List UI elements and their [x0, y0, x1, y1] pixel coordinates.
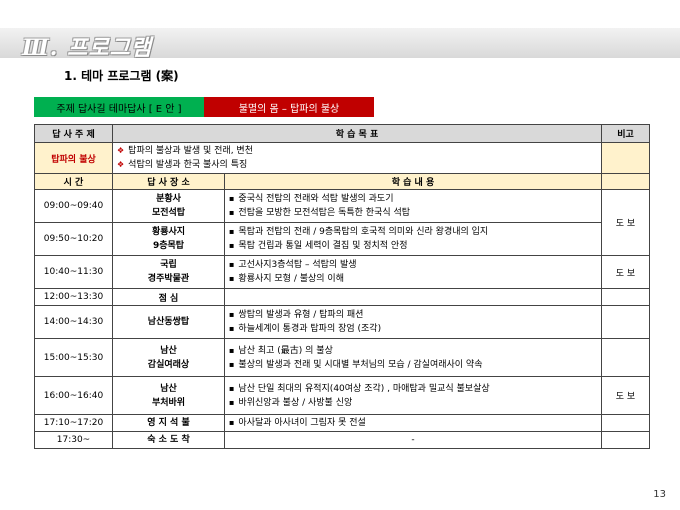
row-items	[224, 288, 602, 306]
row-note	[601, 305, 650, 339]
table-row: 16:00~16:40 남산부처바위 남산 단일 최대의 유적지(40여상 조각…	[34, 376, 650, 415]
subheader-time: 시 간	[34, 173, 113, 190]
header-goals: 학 습 목 표	[112, 124, 602, 143]
place-line: 감실여래상	[147, 359, 190, 370]
content-item: 고선사지3층석탑 – 석탑의 발생	[229, 258, 597, 272]
subheader-note	[601, 173, 650, 190]
row-time: 16:00~16:40	[34, 376, 113, 415]
subheader-content: 학 습 내 용	[224, 173, 602, 190]
row-place: 국립경주박물관	[112, 255, 225, 289]
place-line: 남산	[160, 383, 177, 394]
program-table: 답 사 주 제 학 습 목 표 비고 탑파의 불상 탑파의 불상과 발생 및 전…	[34, 124, 650, 449]
goal-item: 석탑의 발생과 한국 불사의 특징	[117, 158, 597, 172]
goal-item: 탑파의 불상과 발생 및 전래, 변천	[117, 144, 597, 158]
content-item: 황룡사지 모형 / 불상의 이해	[229, 272, 597, 286]
row-note: 도 보	[601, 189, 650, 256]
topic-note	[601, 142, 650, 174]
row-note: 도 보	[601, 255, 650, 289]
row-items: 아사달과 아사녀이 그림자 못 전설	[224, 414, 602, 432]
subtitle: 1. 테마 프로그램 (案)	[64, 69, 179, 83]
place-line: 남산	[160, 345, 177, 356]
row-time: 09:00~09:40	[34, 189, 113, 223]
place-line: 경주박물관	[147, 274, 190, 284]
row-place: 분황사모전석탑	[112, 189, 225, 223]
table-row: 17:10~17:20 영 지 석 불 아사달과 아사녀이 그림자 못 전설	[34, 414, 650, 432]
row-note	[601, 414, 650, 432]
row-time: 12:00~13:30	[34, 288, 113, 306]
place-line: 9층목탑	[152, 241, 185, 251]
theme-value: 불멸의 몸 – 탑파의 불상	[204, 97, 374, 117]
content-item: 목탑과 전탑의 전래 / 9층목탑의 호국적 의미와 신라 왕경내의 입지	[229, 225, 597, 239]
topic-goals: 탑파의 불상과 발생 및 전래, 변천 석탑의 발생과 한국 불사의 특징	[112, 142, 602, 174]
content-item: 목탑 건립과 통일 세력이 결집 및 정치적 안정	[229, 239, 597, 253]
theme-label: 주제 답사길 테마답사 [ E 안 ]	[34, 97, 204, 117]
row-place: 남산동쌍탑	[112, 305, 225, 339]
content-item: 남산 최고 (最古) 의 불상	[229, 344, 597, 358]
theme-banner: 주제 답사길 테마답사 [ E 안 ] 불멸의 몸 – 탑파의 불상	[34, 97, 374, 117]
subheader-place: 답 사 장 소	[112, 173, 225, 190]
row-items: 남산 단일 최대의 유적지(40여상 조각) , 마애탑과 밀교식 불보살상바위…	[224, 376, 602, 415]
table-row: 10:40~11:30 국립경주박물관 고선사지3층석탑 – 석탑의 발생황룡사…	[34, 255, 650, 289]
row-note: 도 보	[601, 376, 650, 415]
content-item: 바위신앙과 불상 / 사방불 신앙	[229, 396, 597, 410]
row-place: 남산부처바위	[112, 376, 225, 415]
row-items: 쌍탑의 발생과 유형 / 탑파의 패션하늘세계이 통경과 탑파의 장엄 (조각)	[224, 305, 602, 339]
content-item: 불상의 발생과 전래 및 시대별 부처님의 모습 / 감실여래사이 약속	[229, 358, 597, 372]
table-row: 15:00~15:30 남산감실여래상 남산 최고 (最古) 의 불상불상의 발…	[34, 338, 650, 377]
row-time: 17:30~	[34, 431, 113, 449]
header-notes: 비고	[601, 124, 650, 143]
table-row: 09:50~10:20 황룡사지 9층목탑 목탑과 전탑의 전래 / 9층목탑의 …	[34, 222, 650, 256]
row-items: -	[224, 431, 602, 449]
table-row: 17:30~ 숙 소 도 착 -	[34, 431, 650, 449]
content-item: 전탑을 모방한 모전석탑은 독특한 한국식 석탑	[229, 206, 597, 220]
place-line: 국립	[160, 260, 177, 270]
row-place: 영 지 석 불	[112, 414, 225, 432]
content-item: 아사달과 아사녀이 그림자 못 전설	[229, 416, 597, 430]
row-items: 남산 최고 (最古) 의 불상불상의 발생과 전래 및 시대별 부처님의 모습 …	[224, 338, 602, 377]
row-place: 숙 소 도 착	[112, 431, 225, 449]
table-row: 12:00~13:30 점 심	[34, 288, 650, 306]
table-header-row: 답 사 주 제 학 습 목 표 비고	[34, 124, 650, 143]
row-items: 목탑과 전탑의 전래 / 9층목탑의 호국적 의미와 신라 왕경내의 입지목탑 …	[224, 222, 602, 256]
row-time: 15:00~15:30	[34, 338, 113, 377]
row-note	[601, 431, 650, 449]
place-line: 모전석탑	[151, 208, 186, 218]
row-time: 09:50~10:20	[34, 222, 113, 256]
page-number: 13	[653, 489, 666, 500]
content-item: 남산 단일 최대의 유적지(40여상 조각) , 마애탑과 밀교식 불보살상	[229, 382, 597, 396]
topic-row: 탑파의 불상 탑파의 불상과 발생 및 전래, 변천 석탑의 발생과 한국 불사…	[34, 142, 650, 174]
row-items: 고선사지3층석탑 – 석탑의 발생황룡사지 모형 / 불상의 이해	[224, 255, 602, 289]
content-item: 하늘세계이 통경과 탑파의 장엄 (조각)	[229, 322, 597, 336]
table-row: 09:00~09:40 분황사모전석탑 중국식 전탑의 전래와 석탑 발생의 과…	[34, 189, 650, 256]
topic-label: 탑파의 불상	[34, 142, 113, 174]
row-items: 중국식 전탑의 전래와 석탑 발생의 과도기전탑을 모방한 모전석탑은 독특한 …	[224, 189, 602, 223]
section-title: Ⅲ. 프로그램	[22, 35, 153, 61]
place-line: 분황사	[156, 194, 181, 204]
row-note	[601, 338, 650, 377]
row-note	[601, 288, 650, 306]
row-place: 남산감실여래상	[112, 338, 225, 377]
content-item: 쌍탑의 발생과 유형 / 탑파의 패션	[229, 308, 597, 322]
place-line: 부처바위	[151, 397, 186, 408]
header-topic: 답 사 주 제	[34, 124, 113, 143]
row-time: 17:10~17:20	[34, 414, 113, 432]
row-place: 점 심	[112, 288, 225, 306]
row-place: 황룡사지 9층목탑	[112, 222, 225, 256]
row-time: 10:40~11:30	[34, 255, 113, 289]
table-row: 14:00~14:30 남산동쌍탑 쌍탑의 발생과 유형 / 탑파의 패션하늘세…	[34, 305, 650, 339]
content-item: 중국식 전탑의 전래와 석탑 발생의 과도기	[229, 192, 597, 206]
row-time: 14:00~14:30	[34, 305, 113, 339]
subheader-row: 시 간 답 사 장 소 학 습 내 용	[34, 173, 650, 190]
place-line: 황룡사지	[151, 227, 186, 237]
